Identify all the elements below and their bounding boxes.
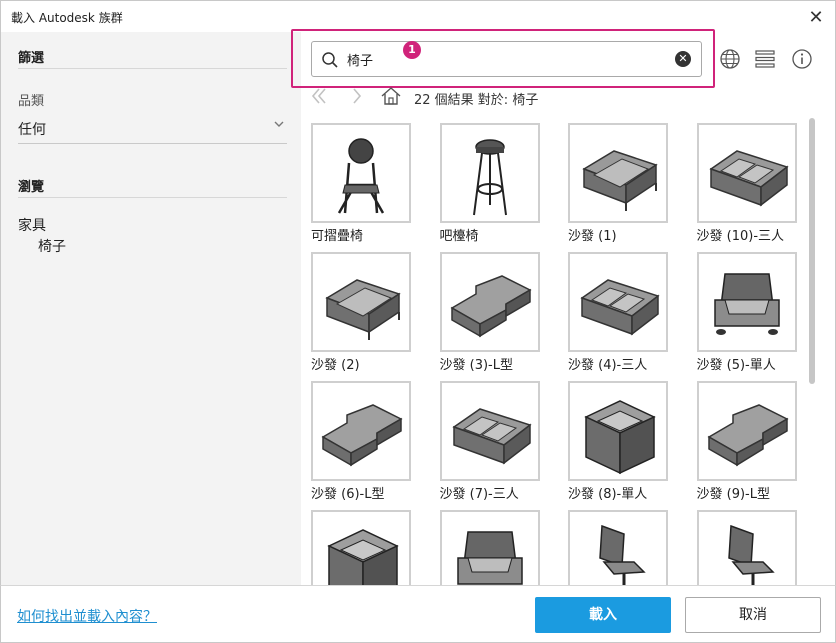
sofa-three-icon	[451, 408, 532, 465]
family-tile[interactable]: 沙發 (4)-三人	[568, 252, 680, 376]
family-tile[interactable]: 可摺疊椅	[311, 123, 423, 247]
home-icon[interactable]	[380, 86, 402, 106]
close-icon[interactable]: ✕	[805, 6, 827, 28]
family-label: 沙發 (8)-單人	[568, 487, 648, 502]
list-view-icon[interactable]	[754, 48, 776, 70]
grid-scrollbar[interactable]	[809, 118, 815, 384]
clear-search-icon[interactable]: ✕	[675, 51, 691, 67]
dialog-footer: 如何找出並載入內容？ 載入 取消	[0, 585, 836, 643]
family-label: 沙發 (4)-三人	[568, 358, 648, 373]
family-thumbnail	[696, 123, 797, 223]
family-tile[interactable]	[568, 510, 680, 585]
family-tile[interactable]: 沙發 (8)-單人	[568, 381, 680, 505]
family-thumbnail	[439, 381, 540, 481]
family-thumbnail	[568, 252, 668, 352]
family-label: 沙發 (10)-三人	[696, 229, 785, 244]
sofa-three-icon	[580, 279, 660, 336]
filter-heading: 篩選	[18, 51, 45, 66]
back-icon[interactable]	[309, 86, 329, 106]
category-label: 品類	[18, 94, 45, 109]
family-thumbnail	[439, 510, 540, 585]
family-label: 可摺疊椅	[311, 229, 364, 244]
help-link[interactable]: 如何找出並載入內容？	[17, 606, 157, 626]
sofa-l-icon	[321, 404, 403, 467]
family-label: 沙發 (2)	[311, 358, 360, 373]
family-thumbnail	[439, 252, 540, 352]
divider	[18, 197, 287, 198]
info-icon[interactable]	[791, 48, 813, 70]
armchair-box-icon	[327, 529, 399, 585]
office-chair-icon	[599, 524, 646, 585]
divider	[18, 68, 287, 69]
sofa-icon	[582, 150, 658, 211]
family-label: 吧檯椅	[439, 229, 479, 244]
armchair-icon	[456, 531, 523, 585]
family-label: 沙發 (3)-L型	[439, 358, 513, 373]
sofa-l-icon	[450, 275, 532, 338]
results-summary: 22 個結果 對於: 椅子	[414, 93, 539, 108]
family-tile[interactable]: 沙發 (7)-三人	[439, 381, 552, 505]
family-tile[interactable]	[439, 510, 552, 585]
family-tile[interactable]: 沙發 (1)	[568, 123, 680, 247]
family-tile[interactable]: 沙發 (10)-三人	[696, 123, 809, 247]
results-grid: 可摺疊椅 吧檯椅 沙發 (1) 沙發 (10)-三人 沙發 (2) 沙發 (3)-L型 沙發…	[311, 123, 811, 585]
family-label: 沙發 (6)-L型	[311, 487, 385, 502]
forward-icon[interactable]	[344, 86, 364, 106]
step-badge: 1	[403, 41, 421, 59]
family-thumbnail	[568, 123, 668, 223]
family-tile[interactable]	[696, 510, 809, 585]
search-input[interactable]	[347, 49, 667, 69]
family-label: 沙發 (1)	[568, 229, 617, 244]
family-thumbnail	[568, 510, 668, 585]
category-value: 任何	[18, 122, 46, 138]
family-thumbnail	[311, 510, 411, 585]
tree-item-furniture[interactable]: 家具	[18, 215, 46, 235]
family-tile[interactable]: 吧檯椅	[439, 123, 552, 247]
cancel-button[interactable]: 取消	[685, 597, 821, 633]
family-tile[interactable]: 沙發 (2)	[311, 252, 423, 376]
title-bar: 載入 Autodesk 族群 ✕	[0, 0, 836, 32]
family-tile[interactable]: 沙發 (3)-L型	[439, 252, 552, 376]
family-thumbnail	[696, 510, 797, 585]
load-button[interactable]: 載入	[535, 597, 671, 633]
family-thumbnail	[311, 252, 411, 352]
family-thumbnail	[311, 381, 411, 481]
family-thumbnail	[696, 381, 797, 481]
window-title: 載入 Autodesk 族群	[11, 11, 123, 25]
family-tile[interactable]: 沙發 (5)-單人	[696, 252, 809, 376]
folding-chair-icon	[337, 138, 385, 214]
family-thumbnail	[439, 123, 540, 223]
search-icon	[322, 52, 338, 68]
browse-heading: 瀏覽	[18, 180, 45, 195]
family-tile[interactable]: 沙發 (6)-L型	[311, 381, 423, 505]
family-label: 沙發 (9)-L型	[696, 487, 770, 502]
office-chair-icon	[727, 524, 775, 585]
family-label: 沙發 (7)-三人	[439, 487, 519, 502]
armchair-icon	[713, 273, 780, 335]
sofa-l-icon	[707, 404, 789, 467]
category-dropdown[interactable]: 任何	[18, 116, 287, 144]
globe-icon[interactable]	[719, 48, 741, 70]
family-tile[interactable]: 沙發 (9)-L型	[696, 381, 809, 505]
family-tile[interactable]	[311, 510, 423, 585]
bar-stool-icon	[472, 139, 507, 216]
tree-item-chairs[interactable]: 椅子	[38, 236, 66, 256]
family-thumbnail	[696, 252, 797, 352]
family-thumbnail	[568, 381, 668, 481]
chevron-down-icon	[274, 121, 284, 127]
sofa-three-icon	[708, 150, 789, 207]
family-label: 沙發 (5)-單人	[696, 358, 776, 373]
armchair-box-icon	[584, 400, 656, 475]
search-box[interactable]: ✕	[311, 41, 702, 77]
sofa-icon	[325, 279, 401, 340]
filter-sidebar: 篩選 品類 任何 瀏覽 家具 椅子	[0, 32, 301, 585]
family-thumbnail	[311, 123, 411, 223]
